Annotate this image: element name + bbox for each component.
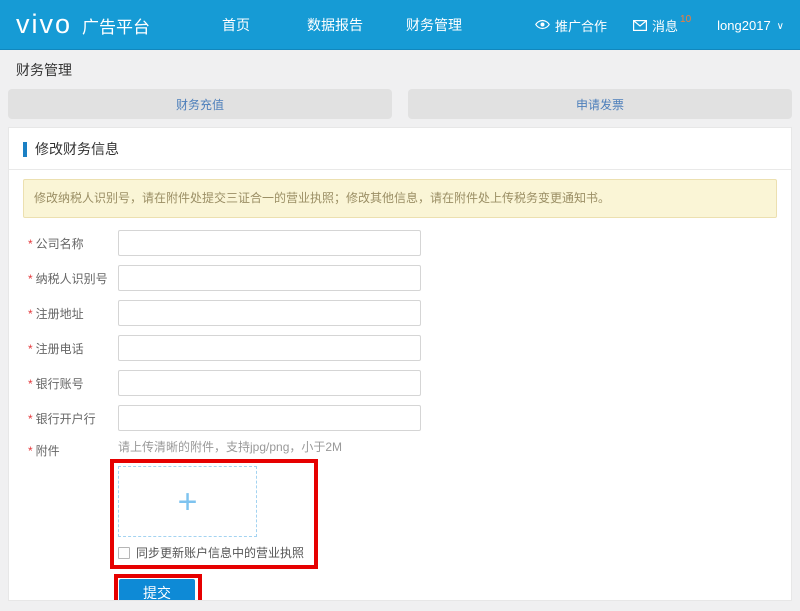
nav-item-home[interactable]: 首页 — [222, 15, 250, 35]
section-header: 修改财务信息 — [9, 128, 791, 170]
brand[interactable]: vivo 广告平台 — [16, 11, 150, 38]
messages-link[interactable]: 消息 10 — [633, 13, 692, 35]
required-mark: * — [28, 271, 33, 286]
attachment-hint: 请上传清晰的附件，支持jpg/png，小于2M — [118, 440, 343, 454]
upload-attachment-dropzone[interactable]: + — [118, 466, 257, 537]
registered-phone-input[interactable] — [118, 335, 421, 361]
finance-info-form: * 公司名称 * 纳税人识别号 * 注册地址 * 注册电话 * 银行账号 * 银行开户行 — [28, 230, 791, 600]
required-mark: * — [28, 341, 33, 356]
messages-label: 消息 — [652, 18, 679, 34]
nav-item-finance[interactable]: 财务管理 — [406, 15, 462, 35]
tab-finance-recharge[interactable]: 财务充值 — [8, 89, 392, 119]
notice-banner: 修改纳税人识别号，请在附件处提交三证合一的营业执照；修改其他信息，请在附件处上传… — [23, 179, 777, 218]
field-label: * 公司名称 — [28, 236, 84, 251]
field-label: * 附件 — [28, 444, 60, 458]
tab-apply-invoice[interactable]: 申请发票 — [408, 89, 792, 119]
form-row-taxpayer-id: * 纳税人识别号 — [28, 265, 791, 291]
field-label: * 注册电话 — [28, 341, 84, 356]
brand-suffix: 广告平台 — [82, 18, 151, 37]
required-mark: * — [28, 306, 33, 321]
tabs-row: 财务充值 申请发票 — [8, 89, 792, 119]
taxpayer-id-input[interactable] — [118, 265, 421, 291]
chevron-down-icon: ∨ — [776, 20, 784, 32]
section-accent-bar — [23, 141, 27, 157]
sync-license-label: 同步更新账户信息中的营业执照 — [136, 546, 305, 560]
nav-item-data-report[interactable]: 数据报告 — [307, 15, 363, 35]
top-nav: 首页 数据报告 财务管理 — [222, 15, 462, 35]
company-name-input[interactable] — [118, 230, 421, 256]
top-right-menu: 推广合作 消息 10 long2017 ∨ — [535, 0, 784, 50]
annotation-rect-submit: 提交 — [114, 574, 202, 600]
annotation-rect-upload: + 同步更新账户信息中的营业执照 — [110, 459, 319, 569]
form-row-registered-phone: * 注册电话 — [28, 335, 791, 361]
eye-icon — [535, 19, 550, 31]
messages-count-badge: 10 — [680, 13, 692, 25]
required-mark: * — [28, 411, 33, 426]
bank-account-input[interactable] — [118, 370, 421, 396]
username: long2017 — [717, 17, 771, 33]
page-title: 财务管理 — [16, 61, 72, 78]
plus-icon: + — [177, 482, 198, 521]
vivo-ad-platform-page: vivo 广告平台 首页 数据报告 财务管理 推广合作 消息 10 long20… — [0, 0, 800, 611]
registered-address-input[interactable] — [118, 300, 421, 326]
user-menu[interactable]: long2017 ∨ — [717, 18, 784, 33]
section-title: 修改财务信息 — [35, 141, 119, 157]
promo-label: 推广合作 — [555, 18, 608, 34]
attachment-column: 请上传清晰的附件，支持jpg/png，小于2M + 同步更新账户信息中的营业执照… — [110, 440, 343, 600]
top-navigation-bar: vivo 广告平台 首页 数据报告 财务管理 推广合作 消息 10 long20… — [0, 0, 800, 50]
promo-cooperation-link[interactable]: 推广合作 — [535, 16, 607, 35]
form-row-company-name: * 公司名称 — [28, 230, 791, 256]
required-mark: * — [28, 444, 33, 458]
field-label: * 注册地址 — [28, 306, 84, 321]
field-label: * 银行开户行 — [28, 411, 96, 426]
sync-license-checkbox[interactable] — [118, 546, 130, 559]
required-mark: * — [28, 376, 33, 391]
field-label: * 纳税人识别号 — [28, 271, 108, 286]
mail-icon — [633, 19, 648, 31]
form-row-bank-account: * 银行账号 — [28, 370, 791, 396]
form-row-attachment: * 附件 请上传清晰的附件，支持jpg/png，小于2M + 同步更新账户信息中的… — [28, 440, 791, 600]
required-mark: * — [28, 236, 33, 251]
form-row-registered-address: * 注册地址 — [28, 300, 791, 326]
form-row-bank-branch: * 银行开户行 — [28, 405, 791, 431]
bank-branch-input[interactable] — [118, 405, 421, 431]
sync-license-row: 同步更新账户信息中的营业执照 — [118, 544, 304, 561]
vivo-logo: vivo — [16, 9, 73, 39]
edit-finance-info-panel: 修改财务信息 修改纳税人识别号，请在附件处提交三证合一的营业执照；修改其他信息，… — [8, 127, 792, 601]
page-title-strip: 财务管理 — [0, 50, 800, 89]
submit-button[interactable]: 提交 — [119, 579, 195, 600]
field-label: * 银行账号 — [28, 376, 84, 391]
